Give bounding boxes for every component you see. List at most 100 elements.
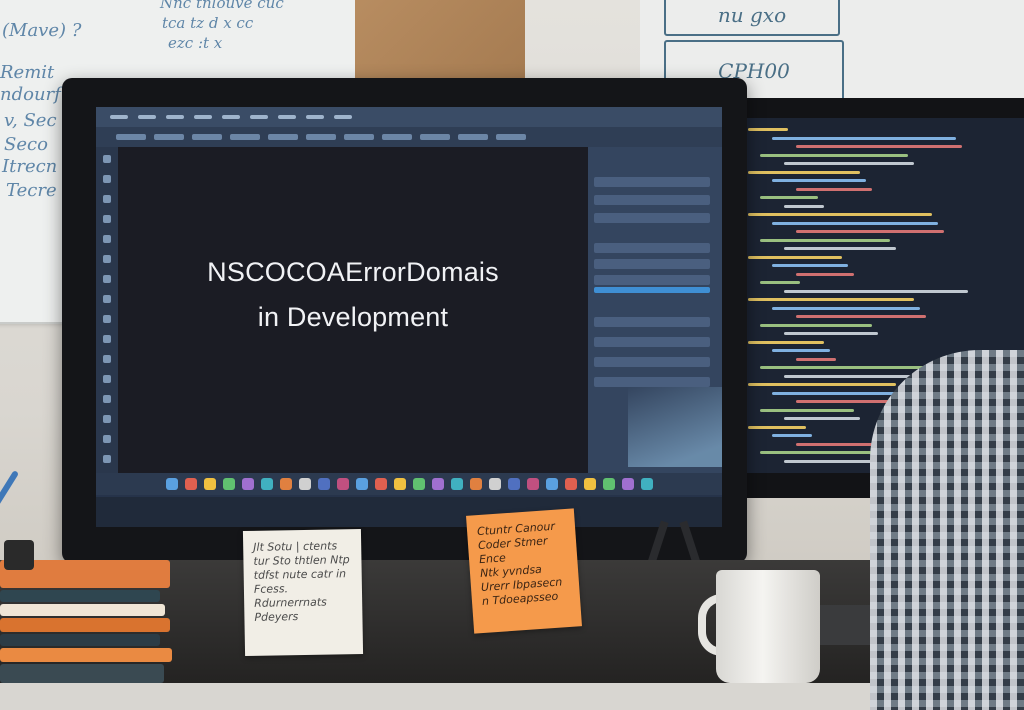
dock-app-icon <box>165 478 178 490</box>
code-line <box>748 298 914 301</box>
code-line <box>760 153 908 157</box>
code-line <box>760 366 944 369</box>
code-line <box>760 408 854 412</box>
code-line <box>772 264 848 267</box>
dock-app-icon <box>640 478 653 490</box>
code-line <box>760 323 872 327</box>
dock-app-icon <box>279 478 292 490</box>
code-line <box>748 170 860 174</box>
code-line <box>784 332 878 335</box>
panel-wallpaper <box>628 387 722 467</box>
code-line <box>760 238 890 242</box>
dock-app-icon <box>602 478 615 490</box>
code-line <box>748 128 788 131</box>
dock-app-icon <box>298 478 311 490</box>
whiteboard-scribble: v, Sec <box>4 110 57 131</box>
code-line <box>784 204 824 208</box>
coffee-mug <box>716 570 820 683</box>
dock-app-icon <box>336 478 349 490</box>
code-line <box>748 213 932 216</box>
dock-app-icon <box>412 478 425 490</box>
code-line <box>796 230 944 233</box>
code-line <box>784 289 968 293</box>
dock-app-icon <box>355 478 368 490</box>
dock-app-icon <box>317 478 330 490</box>
panel-selection-bar <box>594 287 710 293</box>
whiteboard-scribble: Nnc tnlouve cuc <box>160 0 284 12</box>
panel-row <box>594 377 710 387</box>
panel-row <box>594 195 710 205</box>
panel-row <box>594 243 710 253</box>
dock-app-icon <box>564 478 577 490</box>
code-line <box>796 187 872 191</box>
whiteboard-scribble: Remit <box>0 62 55 83</box>
dock-app-icon <box>203 478 216 490</box>
whiteboard-scribble: Seco <box>4 134 48 155</box>
code-line <box>772 349 830 352</box>
panel-row <box>594 259 710 269</box>
sticky-note-line: tdfst nute catr in <box>253 567 347 582</box>
sticky-note-line: Fcess. Rdurnerrnats <box>253 582 327 610</box>
app-dock <box>96 473 722 495</box>
panel-row <box>594 337 710 347</box>
ide-activity-bar <box>96 147 118 492</box>
ide-side-panel <box>588 147 722 492</box>
panel-row <box>594 317 710 327</box>
whiteboard-scribble: (Mave) ? <box>2 20 82 41</box>
whiteboard-scribble: tca tz d x cc <box>162 14 254 32</box>
code-line <box>772 434 812 437</box>
dock-app-icon <box>507 478 520 490</box>
panel-row <box>594 275 710 285</box>
book-stack <box>0 560 178 683</box>
code-line <box>760 281 800 284</box>
code-line <box>772 136 956 140</box>
dock-app-icon <box>374 478 387 490</box>
book <box>0 648 172 662</box>
dock-app-icon <box>545 478 558 490</box>
sticky-note-white: Jlt Sotu | ctents tur Sto thtlen Ntp tdf… <box>242 528 364 657</box>
code-line <box>748 340 824 344</box>
code-line <box>796 315 926 318</box>
book <box>0 634 160 646</box>
screen-headline-line1: NSCOCOAErrorDomais <box>207 257 499 287</box>
code-line <box>796 357 836 361</box>
dock-app-icon <box>393 478 406 490</box>
code-line <box>772 179 866 182</box>
ide-toolbar <box>96 127 722 147</box>
code-line <box>748 425 806 429</box>
panel-row <box>594 213 710 223</box>
book <box>0 590 160 602</box>
ide-screen: NSCOCOAErrorDomais in Development <box>96 107 722 527</box>
code-line <box>784 162 914 165</box>
code-line <box>748 255 842 259</box>
code-line <box>772 221 938 225</box>
code-line <box>796 145 962 148</box>
dock-app-icon <box>488 478 501 490</box>
whiteboard-scribble: Itrecn <box>2 156 58 177</box>
dock-app-icon <box>222 478 235 490</box>
status-bar <box>96 497 722 527</box>
book <box>0 664 164 683</box>
sticky-note-line: Pdeyers <box>254 610 299 624</box>
panel-row <box>594 177 710 187</box>
dock-app-icon <box>583 478 596 490</box>
whiteboard-scribble: ndourf <box>0 84 61 105</box>
code-line <box>760 196 818 199</box>
book <box>0 604 165 616</box>
person-shoulder <box>870 350 1024 710</box>
code-line <box>784 417 860 420</box>
code-line <box>784 247 896 250</box>
whiteboard-scribble: Tecre <box>6 180 57 201</box>
book <box>0 618 170 632</box>
dock-app-icon <box>526 478 539 490</box>
code-line <box>772 391 902 395</box>
ide-menubar <box>96 107 722 127</box>
dock-app-icon <box>431 478 444 490</box>
pen-holder <box>4 540 34 570</box>
screen-headline-line2: in Development <box>257 302 449 332</box>
code-line <box>772 306 920 310</box>
dock-app-icon <box>241 478 254 490</box>
whiteboard-box: nu gxo <box>664 0 840 36</box>
dock-app-icon <box>260 478 273 490</box>
code-line <box>748 383 896 386</box>
